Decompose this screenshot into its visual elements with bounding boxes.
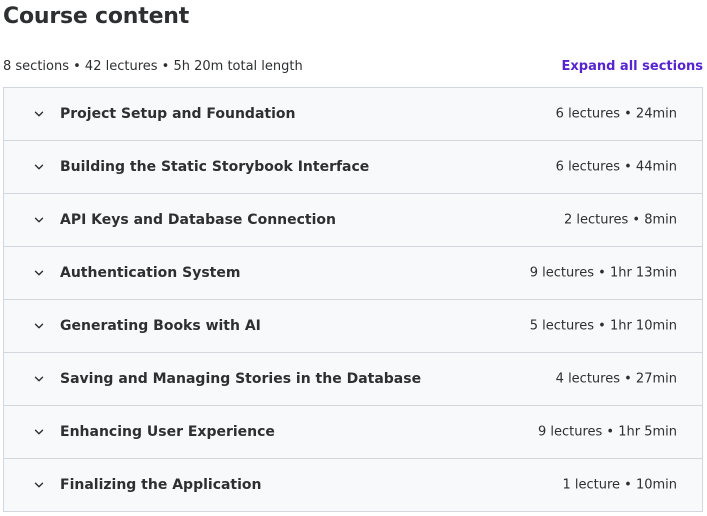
section-meta: 4 lectures • 27min <box>555 371 677 387</box>
section-title: API Keys and Database Connection <box>60 212 336 228</box>
section-meta: 2 lectures • 8min <box>563 212 677 228</box>
chevron-down-icon <box>33 479 45 491</box>
sections-accordion: Project Setup and Foundation 6 lectures … <box>3 87 703 512</box>
section-meta: 6 lectures • 44min <box>555 159 677 175</box>
expand-all-sections-button[interactable]: Expand all sections <box>562 57 704 77</box>
chevron-down-icon <box>33 108 45 120</box>
section-meta: 9 lectures • 1hr 5min <box>537 424 677 440</box>
section-title: Generating Books with AI <box>60 318 261 334</box>
section-header[interactable]: Building the Static Storybook Interface … <box>4 140 702 193</box>
section-title: Finalizing the Application <box>60 477 262 493</box>
course-content-panel: Course content 8 sections • 42 lectures … <box>0 0 707 516</box>
chevron-down-icon <box>33 426 45 438</box>
section-meta: 5 lectures • 1hr 10min <box>529 318 677 334</box>
chevron-down-icon <box>33 161 45 173</box>
section-title: Building the Static Storybook Interface <box>60 159 370 175</box>
section-header[interactable]: Generating Books with AI 5 lectures • 1h… <box>4 299 702 352</box>
section-meta: 9 lectures • 1hr 13min <box>529 265 677 281</box>
course-summary: 8 sections • 42 lectures • 5h 20m total … <box>3 59 303 74</box>
section-title: Authentication System <box>60 265 241 281</box>
section-meta: 6 lectures • 24min <box>555 106 677 122</box>
chevron-down-icon <box>33 373 45 385</box>
section-header[interactable]: Saving and Managing Stories in the Datab… <box>4 352 702 405</box>
chevron-down-icon <box>33 214 45 226</box>
section-meta: 1 lecture • 10min <box>562 477 677 493</box>
chevron-down-icon <box>33 320 45 332</box>
section-title: Saving and Managing Stories in the Datab… <box>60 371 422 387</box>
section-header[interactable]: Project Setup and Foundation 6 lectures … <box>4 88 702 140</box>
section-title: Enhancing User Experience <box>60 424 275 440</box>
section-header[interactable]: API Keys and Database Connection 2 lectu… <box>4 193 702 246</box>
section-header[interactable]: Finalizing the Application 1 lecture • 1… <box>4 458 702 511</box>
page-title: Course content <box>3 4 190 29</box>
section-title: Project Setup and Foundation <box>60 106 296 122</box>
summary-row: 8 sections • 42 lectures • 5h 20m total … <box>3 57 703 77</box>
chevron-down-icon <box>33 267 45 279</box>
section-header[interactable]: Authentication System 9 lectures • 1hr 1… <box>4 246 702 299</box>
section-header[interactable]: Enhancing User Experience 9 lectures • 1… <box>4 405 702 458</box>
